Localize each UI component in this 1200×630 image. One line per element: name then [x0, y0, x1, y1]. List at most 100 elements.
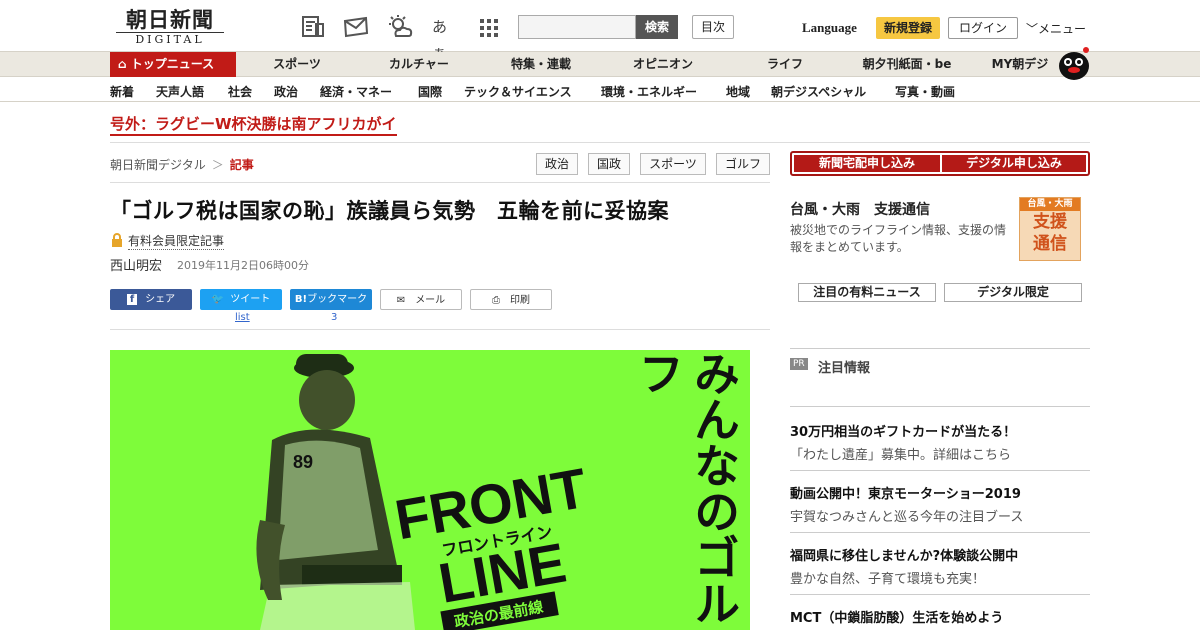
tag-national[interactable]: 国政 — [588, 153, 630, 175]
printer-icon: ⎙ — [492, 295, 500, 306]
nav-item-sports[interactable]: スポーツ — [262, 52, 332, 77]
tag-politics[interactable]: 政治 — [536, 153, 578, 175]
typhoon-support-badge[interactable]: 台風・大雨 支援 通信 — [1019, 197, 1081, 261]
ad-title[interactable]: 福岡県に移住しませんか?体験談公開中 — [790, 545, 1018, 564]
divider — [790, 406, 1090, 407]
logo-jp: 朝日新聞 — [126, 7, 214, 32]
mail-label: メール — [415, 295, 446, 306]
print-button[interactable]: ⎙ 印刷 — [470, 289, 552, 310]
twitter-icon: 🐦 — [211, 294, 225, 305]
hero-vertical-title: みんなのゴルフ — [631, 350, 741, 626]
subnav-item-economy[interactable]: 経済・マネー — [320, 83, 392, 100]
subnav-item-environment[interactable]: 環境・エネルギー — [601, 83, 697, 100]
nav-item-features[interactable]: 特集・連載 — [500, 52, 582, 77]
breadcrumb-current: 記事 — [229, 158, 254, 172]
nav-label: トップニュース — [130, 57, 215, 71]
digital-limited-button[interactable]: デジタル限定 — [944, 283, 1082, 302]
ad-title[interactable]: 30万円相当のギフトカードが当たる！ — [790, 421, 1016, 440]
hero-cap-number: 89 — [293, 452, 313, 472]
divider — [790, 470, 1090, 471]
subnav-item-new[interactable]: 新着 — [110, 83, 134, 100]
newspaper-icon[interactable] — [300, 14, 326, 40]
subnav-item-tensei[interactable]: 天声人語 — [156, 83, 204, 100]
typhoon-support-desc: 被災地でのライフライン情報、支援の情報をまとめています。 — [790, 223, 1007, 254]
hatena-label: ブックマーク — [307, 294, 368, 305]
toc-button[interactable]: 目次 — [692, 15, 734, 39]
facebook-icon: f — [126, 294, 138, 305]
newspaper-subscribe-button[interactable]: 新聞宅配申し込み — [794, 155, 940, 172]
twitter-share-button[interactable]: 🐦 ツイート — [200, 289, 282, 310]
badge-mid: 支援 — [1033, 212, 1067, 232]
ad-subtitle[interactable]: 宇賀なつみさんと巡る今年の注目ブース — [790, 506, 1023, 525]
signup-button[interactable]: 新規登録 — [876, 17, 940, 39]
sub-nav: 新着 天声人語 社会 政治 経済・マネー 国際 テック＆サイエンス 環境・エネル… — [0, 78, 1200, 102]
breaking-news-link[interactable]: 号外：ラグビーW杯決勝は南アフリカがイ — [110, 114, 397, 136]
language-link[interactable]: Language — [802, 20, 857, 36]
facebook-share-label: シェア — [145, 294, 176, 305]
breadcrumb: 朝日新聞デジタル ＞ 記事 — [110, 156, 254, 173]
nav-item-paper[interactable]: 朝夕刊紙面・be — [852, 52, 962, 77]
nav-item-culture[interactable]: カルチャー — [378, 52, 460, 77]
subscribe-tabs: 新聞宅配申し込み デジタル申し込み — [790, 151, 1090, 176]
breadcrumb-sep: ＞ — [211, 158, 224, 172]
divider — [790, 532, 1090, 533]
paid-member-label[interactable]: 有料会員限定記事 — [128, 232, 225, 250]
subnav-item-politics[interactable]: 政治 — [274, 83, 298, 100]
facebook-share-button[interactable]: f シェア — [110, 289, 192, 310]
badge-top: 台風・大雨 — [1020, 198, 1080, 211]
mail-icon[interactable] — [342, 14, 369, 40]
divider — [790, 348, 1090, 349]
hero-image[interactable]: 89 FRONT フロントライン LINE 政治の最前線 みんなのゴルフ — [110, 350, 750, 630]
grid-icon[interactable] — [478, 14, 504, 40]
badge-bottom: 通信 — [1033, 234, 1067, 254]
breadcrumb-site[interactable]: 朝日新聞デジタル — [110, 158, 206, 172]
login-button[interactable]: ログイン — [948, 17, 1018, 39]
font-size-icon[interactable]: あぁ — [432, 14, 458, 62]
twitter-count[interactable]: list — [235, 312, 250, 323]
home-icon: ⌂ — [118, 57, 127, 71]
tag-golf[interactable]: ゴルフ — [716, 153, 770, 175]
weather-icon[interactable] — [386, 14, 413, 40]
nav-item-my[interactable]: MY朝デジ — [980, 52, 1060, 77]
twitter-share-label: ツイート — [230, 294, 271, 305]
divider — [790, 594, 1090, 595]
divider — [110, 329, 770, 330]
print-label: 印刷 — [510, 295, 530, 306]
site-logo[interactable]: 朝日新聞 DIGITAL — [110, 8, 230, 48]
subnav-item-society[interactable]: 社会 — [228, 83, 252, 100]
menu-button[interactable]: ﹀メニュー — [1026, 20, 1086, 37]
global-nav: ⌂ トップニュース スポーツ カルチャー 特集・連載 オピニオン ライフ 朝夕刊… — [0, 52, 1200, 77]
author-name[interactable]: 西山明宏 — [110, 255, 162, 274]
subnav-item-tech[interactable]: テック＆サイエンス — [464, 83, 572, 100]
subnav-item-international[interactable]: 国際 — [418, 83, 442, 100]
pr-section-title: 注目情報 — [818, 361, 871, 376]
pr-badge: PR — [790, 358, 808, 370]
hatena-count[interactable]: 3 — [331, 312, 337, 323]
mascot-icon[interactable] — [1056, 44, 1092, 80]
subnav-item-region[interactable]: 地域 — [726, 83, 750, 100]
subnav-item-photo[interactable]: 写真・動画 — [895, 83, 955, 100]
divider — [110, 182, 770, 183]
tag-sports[interactable]: スポーツ — [640, 153, 706, 175]
typhoon-support-title[interactable]: 台風・大雨 支援通信 — [790, 199, 930, 219]
chevron-down-icon: ﹀ — [1026, 22, 1039, 36]
nav-item-life[interactable]: ライフ — [754, 52, 816, 77]
ad-subtitle[interactable]: 「わたし遺産」募集中。詳細はこちら — [790, 444, 1011, 463]
publish-date: 2019年11月2日06時00分 — [177, 259, 309, 272]
mail-share-button[interactable]: ✉ メール — [380, 289, 462, 310]
premium-news-button[interactable]: 注目の有料ニュース — [798, 283, 936, 302]
menu-label: メニュー — [1038, 22, 1087, 36]
subnav-item-special[interactable]: 朝デジスペシャル — [771, 83, 866, 100]
nav-item-top-news[interactable]: ⌂ トップニュース — [110, 52, 236, 77]
ad-title[interactable]: 動画公開中！東京モーターショー2019 — [790, 483, 1021, 502]
article-headline: 「ゴルフ税は国家の恥」族議員ら気勢 五輪を前に妥協案 — [110, 199, 669, 223]
top-header: 朝日新聞 DIGITAL あぁ 検索 目次 Language 新規登録 ログイン… — [0, 0, 1200, 62]
search-input[interactable] — [518, 15, 636, 39]
nav-item-opinion[interactable]: オピニオン — [622, 52, 704, 77]
divider — [110, 142, 1090, 143]
hatena-bookmark-button[interactable]: B!ブックマーク — [290, 289, 372, 310]
search-button[interactable]: 検索 — [636, 15, 678, 39]
digital-subscribe-button[interactable]: デジタル申し込み — [942, 155, 1086, 172]
ad-subtitle[interactable]: 豊かな自然、子育て環境も充実！ — [790, 568, 985, 587]
ad-title[interactable]: MCT（中鎖脂肪酸）生活を始めよう — [790, 607, 1003, 626]
